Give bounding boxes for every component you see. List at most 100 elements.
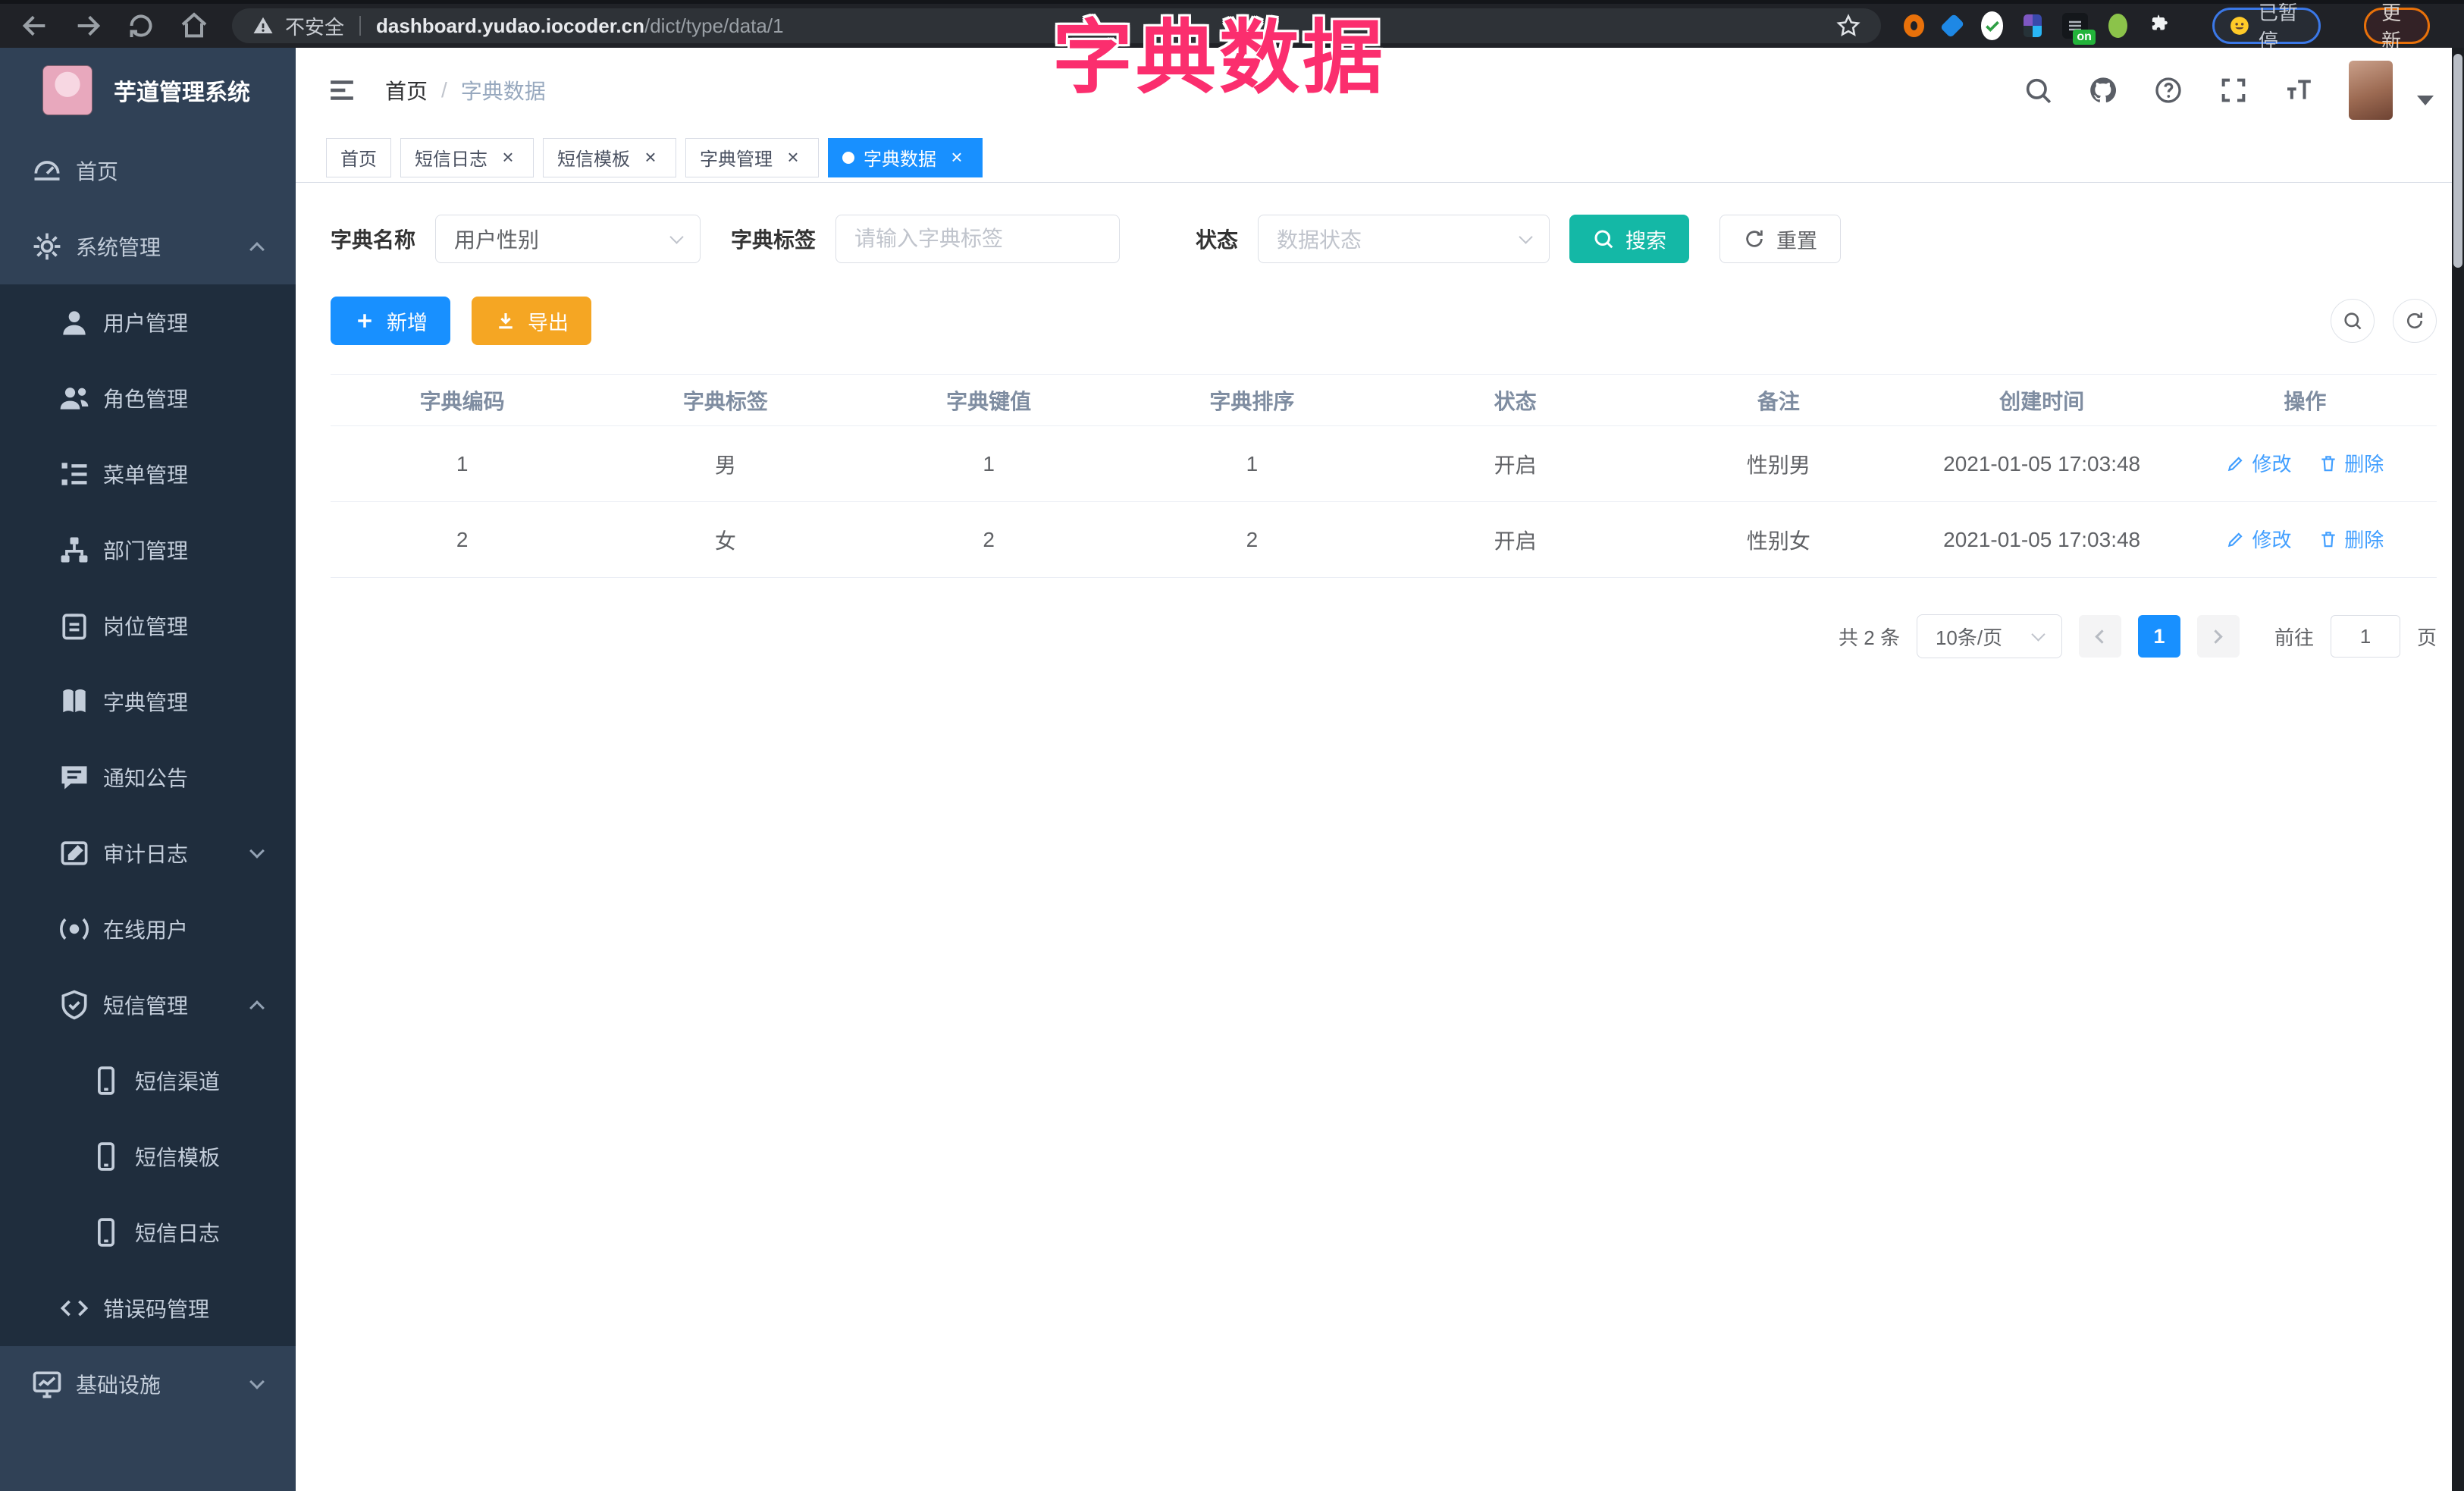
phone-icon (89, 1216, 123, 1249)
close-icon[interactable] (639, 146, 662, 169)
edit-label: 修改 (2252, 529, 2292, 552)
home-icon[interactable] (179, 11, 209, 41)
sidebar-item-label: 通知公告 (103, 767, 189, 790)
extension-green-check-icon[interactable] (1980, 11, 2004, 40)
close-icon[interactable] (497, 146, 519, 169)
chevron-down-icon (249, 843, 265, 859)
status-select[interactable]: 数据状态 (1258, 215, 1550, 263)
extensions-puzzle-icon[interactable] (2148, 12, 2169, 39)
profile-paused-badge[interactable]: 已暂停 (2212, 2, 2321, 52)
sidebar-item-sms-channel[interactable]: 短信渠道 (0, 1043, 296, 1119)
delete-link[interactable]: 删除 (2318, 525, 2384, 553)
sidebar-item-label: 角色管理 (103, 388, 189, 411)
edit-link[interactable]: 修改 (2226, 525, 2291, 553)
sidebar-item-post-management[interactable]: 岗位管理 (0, 588, 296, 664)
goto-label: 前往 (2274, 626, 2314, 649)
page-size-select[interactable]: 10条/页 (1916, 614, 2062, 658)
avatar-caret-icon[interactable] (2417, 95, 2434, 105)
back-icon[interactable] (20, 11, 50, 41)
breadcrumb-home[interactable]: 首页 (385, 75, 428, 105)
sidebar-item-sms-management[interactable]: 短信管理 (0, 967, 296, 1043)
user-icon (58, 306, 91, 339)
tab-dict-data[interactable]: 字典数据 (828, 137, 983, 177)
trash-icon (2321, 456, 2335, 472)
close-icon[interactable] (782, 146, 804, 169)
export-button[interactable]: 导出 (472, 297, 591, 345)
sidebar-item-infrastructure[interactable]: 基础设施 (0, 1346, 296, 1422)
dict-tag-input[interactable] (835, 215, 1121, 263)
delete-label: 删除 (2344, 529, 2384, 552)
sidebar-item-role-management[interactable]: 角色管理 (0, 360, 296, 436)
sidebar-item-label: 错误码管理 (103, 1298, 210, 1321)
tags-view-bar: 首页 短信日志 短信模板 字典管理 字典数据 (296, 133, 2464, 183)
bookmark-star-icon[interactable] (1835, 13, 1861, 39)
tab-sms-log[interactable]: 短信日志 (400, 137, 534, 177)
scrollbar-thumb[interactable] (2453, 54, 2462, 268)
tree-list-icon (58, 457, 91, 491)
sidebar-item-label: 基础设施 (76, 1373, 161, 1397)
edit-link[interactable]: 修改 (2226, 449, 2291, 477)
app-logo-row[interactable]: 芋道管理系统 (0, 48, 296, 133)
scrollbar[interactable] (2452, 48, 2464, 1491)
dict-name-select[interactable]: 用户性别 (435, 215, 701, 263)
reload-icon[interactable] (126, 11, 156, 41)
search-button[interactable]: 搜索 (1569, 215, 1690, 263)
github-icon[interactable] (2088, 75, 2118, 105)
sidebar-item-label: 短信模板 (135, 1146, 221, 1169)
sidebar-item-sms-template[interactable]: 短信模板 (0, 1119, 296, 1194)
dict-name-value: 用户性别 (454, 228, 540, 252)
add-button[interactable]: 新增 (331, 297, 450, 345)
sidebar-item-home[interactable]: 首页 (0, 133, 296, 209)
tab-sms-template[interactable]: 短信模板 (543, 137, 676, 177)
column-header: 字典键值 (857, 374, 1121, 426)
sidebar-item-dict-management[interactable]: 字典管理 (0, 664, 296, 739)
sidebar-item-label: 用户管理 (103, 312, 189, 335)
column-header: 备注 (1647, 374, 1911, 426)
close-icon[interactable] (945, 146, 968, 169)
update-button[interactable]: 更新 (2364, 2, 2430, 52)
reset-button[interactable]: 重置 (1719, 215, 1842, 263)
show-search-button[interactable] (2331, 299, 2375, 343)
sidebar-item-audit-log[interactable]: 审计日志 (0, 815, 296, 891)
tab-home[interactable]: 首页 (326, 137, 391, 177)
extension-green-creature-icon[interactable] (2108, 14, 2127, 38)
total-count: 共 2 条 (1839, 626, 1900, 649)
font-size-icon[interactable] (2284, 75, 2314, 105)
delete-link[interactable]: 删除 (2318, 449, 2384, 477)
search-icon (2344, 312, 2362, 330)
prev-page-button[interactable] (2078, 615, 2121, 658)
search-icon[interactable] (2023, 75, 2053, 105)
on-badge: on (2073, 30, 2096, 45)
extension-switch-icon[interactable]: on (2061, 13, 2096, 45)
sidebar-item-online-users[interactable]: 在线用户 (0, 891, 296, 967)
chevron-up-icon (249, 1000, 265, 1015)
current-page-button[interactable]: 1 (2137, 615, 2180, 658)
sidebar-item-notice[interactable]: 通知公告 (0, 739, 296, 815)
phone-icon (89, 1140, 123, 1173)
user-avatar[interactable] (2349, 61, 2393, 120)
security-warning-icon[interactable] (252, 14, 274, 37)
emoji-face-icon (2230, 17, 2249, 35)
sidebar-item-system-management[interactable]: 系统管理 (0, 209, 296, 284)
next-page-button[interactable] (2196, 615, 2240, 658)
forward-icon[interactable] (73, 11, 103, 41)
tab-dict-management[interactable]: 字典管理 (685, 137, 819, 177)
cell-code: 1 (331, 425, 594, 502)
download-icon (499, 313, 513, 329)
sidebar-item-menu-management[interactable]: 菜单管理 (0, 436, 296, 512)
sidebar-item-error-code[interactable]: 错误码管理 (0, 1270, 296, 1346)
goto-page-input[interactable] (2330, 615, 2400, 658)
extension-orange-ring-icon[interactable] (1904, 14, 1925, 37)
fullscreen-icon[interactable] (2218, 75, 2249, 105)
extension-blocks-icon[interactable] (2024, 14, 2042, 37)
sidebar-item-user-management[interactable]: 用户管理 (0, 284, 296, 360)
sidebar-item-sms-log[interactable]: 短信日志 (0, 1194, 296, 1270)
chevron-right-icon (2209, 629, 2224, 644)
extension-blue-gem-icon[interactable] (1940, 13, 1965, 39)
column-header: 字典排序 (1120, 374, 1384, 426)
cell-remark: 性别女 (1647, 501, 1911, 578)
sidebar-item-dept-management[interactable]: 部门管理 (0, 512, 296, 588)
help-icon[interactable] (2153, 75, 2183, 105)
hamburger-icon[interactable] (326, 74, 358, 106)
refresh-table-button[interactable] (2393, 299, 2437, 343)
